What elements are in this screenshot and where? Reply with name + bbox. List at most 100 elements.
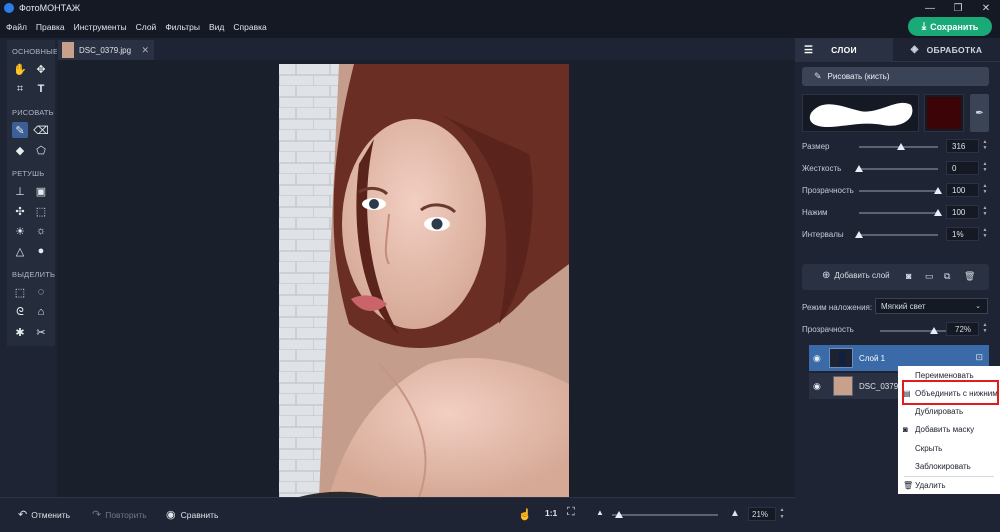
shapes-icon[interactable]: ⬠	[33, 142, 49, 158]
patch-icon[interactable]: ▣	[33, 183, 49, 199]
menu-item-label: Дублировать	[915, 406, 964, 416]
lock-open-icon[interactable]: ⊡	[975, 352, 983, 363]
tab-processing[interactable]: ◈ ОБРАБОТКА	[893, 38, 1000, 62]
sun-icon[interactable]: ☀	[12, 223, 28, 239]
brush-slider-knob[interactable]	[896, 143, 905, 150]
brush-slider-track[interactable]	[859, 212, 938, 214]
save-button[interactable]: ⤓ Сохранить	[908, 17, 992, 36]
rect-select-icon[interactable]: ⬚	[12, 284, 28, 300]
menu-item-add-mask[interactable]: ◙ Добавить маску	[898, 420, 1000, 438]
layer-thumb-stroke	[839, 351, 845, 365]
magic-wand-icon[interactable]: ✱	[12, 324, 28, 340]
brush-slider-spinner[interactable]: ▲ ▼	[981, 205, 989, 219]
brush-slider-value[interactable]: 100	[946, 205, 979, 219]
compare-button[interactable]: ◉ Сравнить	[166, 508, 218, 521]
hand-tool-icon[interactable]: ☝	[518, 508, 532, 521]
stamp-icon[interactable]: ⊥	[12, 183, 28, 199]
minimize-button[interactable]: —	[916, 0, 944, 16]
portrait-photo	[279, 64, 569, 497]
brush-slider-spinner[interactable]: ▲ ▼	[981, 139, 989, 153]
layer-opacity-value[interactable]: 72%	[946, 322, 979, 336]
menu-layer[interactable]: Слой	[136, 22, 157, 32]
menu-item-lock[interactable]: Заблокировать	[898, 457, 1000, 475]
brush-slider-knob[interactable]	[855, 165, 863, 172]
zoom-slider-knob[interactable]	[615, 511, 623, 518]
fill-icon[interactable]: ◆	[12, 142, 28, 158]
redo-button[interactable]: ↷ Повторить	[92, 508, 147, 521]
crop-icon[interactable]: ⌗	[12, 81, 28, 97]
brush-icon[interactable]: ✎	[12, 122, 28, 138]
menu-file[interactable]: Файл	[6, 22, 27, 32]
text-icon[interactable]: T	[33, 81, 49, 97]
frame-icon[interactable]: ⬚	[33, 203, 49, 219]
mask-icon[interactable]: ◙	[906, 271, 911, 281]
actual-size-button[interactable]: 1:1	[545, 508, 557, 518]
triangle-icon[interactable]: △	[12, 243, 28, 259]
layer-opacity-label: Прозрачность	[802, 325, 854, 334]
eyedropper-icon[interactable]: ✒	[970, 94, 989, 132]
zoom-out-icon[interactable]: ▲	[596, 508, 604, 517]
poly-lasso-icon[interactable]: ⌂	[33, 304, 49, 320]
restore-button[interactable]: ❐	[944, 0, 972, 16]
menu-filters[interactable]: Фильтры	[165, 22, 200, 32]
eye-visible-icon[interactable]: ◉	[813, 353, 821, 364]
canvas-area[interactable]	[57, 60, 795, 497]
brush-slider-spinner[interactable]: ▲ ▼	[981, 227, 989, 241]
brush-slider-spinner[interactable]: ▲ ▼	[981, 161, 989, 175]
tab-layers-label: СЛОИ	[831, 45, 857, 55]
brush-slider-knob[interactable]	[855, 231, 863, 238]
brush-slider-value[interactable]: 0	[946, 161, 979, 175]
layer-opacity-track[interactable]	[880, 330, 955, 332]
move-icon[interactable]: ✥	[33, 61, 49, 77]
gear-icon[interactable]: ☼	[33, 223, 49, 239]
zoom-spinner[interactable]: ▲ ▼	[778, 507, 786, 521]
brush-slider-track[interactable]	[859, 168, 938, 170]
menu-item-hide[interactable]: Скрыть	[898, 439, 1000, 457]
lasso-icon[interactable]: ᘓ	[12, 304, 28, 320]
brush-slider-value[interactable]: 1%	[946, 227, 979, 241]
zoom-in-icon[interactable]: ▲	[730, 508, 740, 519]
undo-button[interactable]: ↶ Отменить	[18, 508, 70, 521]
brush-slider-value[interactable]: 316	[946, 139, 979, 153]
document-tab[interactable]: DSC_0379.jpg ✕	[58, 40, 154, 60]
brush-tool-button[interactable]: ✎ Рисовать (кисть)	[802, 67, 989, 86]
brush-tool-label: Рисовать (кисть)	[827, 72, 890, 81]
ellipse-select-icon[interactable]: ◌	[33, 284, 49, 300]
brush-slider-track[interactable]	[859, 234, 938, 236]
eraser-icon[interactable]: ⌫	[33, 122, 49, 138]
menu-item-delete[interactable]: 🗑 Удалить	[898, 476, 1000, 494]
trash-icon[interactable]: 🗑	[964, 271, 975, 282]
drop-icon[interactable]: ●	[33, 243, 49, 259]
brush-preview[interactable]	[802, 94, 919, 132]
magic-select-icon[interactable]: ✂	[33, 324, 49, 340]
menu-edit[interactable]: Правка	[36, 22, 65, 32]
layer-opacity-spinner[interactable]: ▲ ▼	[981, 322, 989, 336]
fit-screen-icon[interactable]: ⛶	[567, 506, 575, 519]
layer-name: DSC_0379.j	[859, 382, 903, 391]
close-window-button[interactable]: ✕	[972, 0, 1000, 16]
menu-tools[interactable]: Инструменты	[74, 22, 127, 32]
hand-icon[interactable]: ✋	[12, 61, 28, 77]
brush-slider-knob[interactable]	[934, 209, 942, 216]
section-retouch: РЕТУШЬ	[12, 169, 45, 178]
menu-help[interactable]: Справка	[233, 22, 266, 32]
duplicate-icon[interactable]: ⧉	[944, 271, 950, 282]
brush-slider-value[interactable]: 100	[946, 183, 979, 197]
layer-opacity-knob[interactable]	[930, 327, 938, 334]
zoom-slider-track[interactable]	[612, 514, 718, 516]
brush-slider-spinner[interactable]: ▲ ▼	[981, 183, 989, 197]
tab-layers[interactable]: ☰ СЛОИ	[795, 38, 893, 62]
brush-slider-knob[interactable]	[934, 187, 942, 194]
healing-icon[interactable]: ✣	[12, 203, 28, 219]
zoom-value[interactable]: 21%	[748, 507, 776, 521]
color-swatch[interactable]	[924, 94, 964, 132]
tab-close-icon[interactable]: ✕	[141, 45, 149, 56]
menu-view[interactable]: Вид	[209, 22, 224, 32]
blend-mode-select[interactable]: Мягкий свет ⌄	[875, 298, 988, 314]
add-layer-button[interactable]: ⊕ Добавить слой	[822, 270, 890, 281]
photo-canvas[interactable]	[279, 64, 569, 497]
brush-slider-track[interactable]	[859, 190, 938, 192]
brush-slider-label: Нажим	[802, 208, 828, 217]
eye-visible-icon[interactable]: ◉	[813, 381, 821, 392]
folder-icon[interactable]: ▭	[925, 271, 934, 282]
